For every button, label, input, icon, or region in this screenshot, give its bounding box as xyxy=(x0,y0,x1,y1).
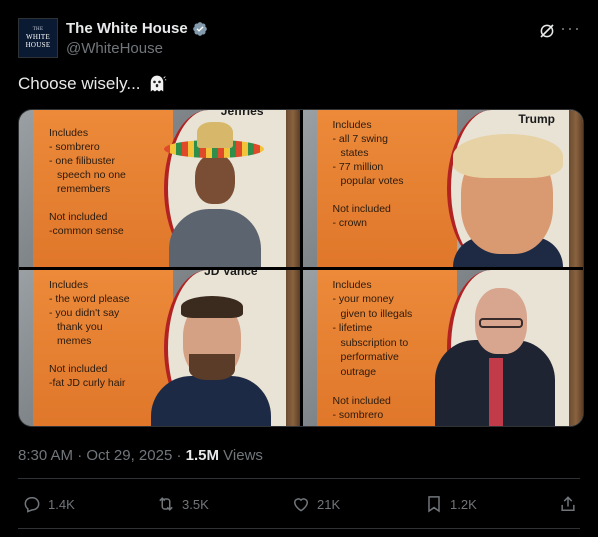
hair-shape xyxy=(181,295,243,318)
repost-icon xyxy=(159,497,173,511)
like-button[interactable]: 21K xyxy=(291,494,340,514)
card-line: speech no one xyxy=(57,169,126,181)
name-row: The White House xyxy=(66,20,208,37)
card-line: -fat JD curly hair xyxy=(49,376,126,389)
card-line: - lifetime xyxy=(332,322,373,335)
post-header: THE WHITE HOUSE The White House @WhiteHo… xyxy=(18,18,580,62)
bookmark-count: 1.2K xyxy=(450,496,477,512)
card-line: Includes xyxy=(332,278,372,291)
like-count: 21K xyxy=(317,496,341,512)
card-line: Not included xyxy=(49,211,108,223)
views-label: Views xyxy=(223,447,263,464)
media-card-trump[interactable]: Trump Includes - all 7 swing states - 77… xyxy=(302,110,583,267)
media-card-jeffries[interactable]: Jeffries Includes - sombrero - one filib… xyxy=(19,110,300,267)
avatar-text-2: WHITE xyxy=(25,33,51,41)
card-banner: JD Vance xyxy=(204,269,258,278)
card-line: - crown xyxy=(332,217,367,229)
display-name[interactable]: The White House xyxy=(66,20,188,37)
card-text: Includes - all 7 swing states - 77 milli… xyxy=(333,118,453,230)
views-count[interactable]: 1.5M xyxy=(186,447,219,464)
post-body: Choose wisely... xyxy=(18,74,141,93)
reply-icon xyxy=(24,497,40,513)
reply-button[interactable]: 1.4K xyxy=(22,494,75,514)
sombrero-crown xyxy=(197,122,233,148)
card-line: - all 7 swing xyxy=(332,133,388,145)
card-line: - sombrero xyxy=(49,141,100,153)
post-text: Choose wisely... xyxy=(18,74,167,94)
card-line: given to illegals xyxy=(340,307,413,320)
repost-count: 3.5K xyxy=(182,496,209,512)
media-card-schumer[interactable]: Includes - your money given to illegals … xyxy=(302,269,583,426)
bookmark-button[interactable]: 1.2K xyxy=(424,494,477,514)
post-timestamp[interactable]: 8:30 AM · Oct 29, 2025 · 1.5M Views xyxy=(18,447,263,464)
glasses-shape xyxy=(478,317,523,328)
card-line: memes xyxy=(57,334,92,347)
beard-shape xyxy=(189,353,235,380)
card-line: -common sense xyxy=(49,225,124,237)
card-line: Includes xyxy=(49,127,89,139)
media-card-vance[interactable]: JD Vance Includes - the word please - yo… xyxy=(19,269,300,426)
divider-bottom xyxy=(18,528,580,529)
card-banner: Trump xyxy=(518,112,555,126)
card-banner: Jeffries xyxy=(220,110,264,118)
avatar-text-3: HOUSE xyxy=(25,41,51,49)
card-line: Includes xyxy=(49,278,89,291)
card-line: Includes xyxy=(332,119,372,131)
post-media-grid[interactable]: Jeffries Includes - sombrero - one filib… xyxy=(18,109,584,427)
person-figure xyxy=(151,376,271,426)
card-text: Includes - sombrero - one filibuster spe… xyxy=(49,126,169,238)
card-line: - you didn't say xyxy=(49,306,120,319)
card-line: remembers xyxy=(57,183,111,195)
card-line: Not included xyxy=(332,203,391,215)
card-line: - one filibuster xyxy=(49,155,115,167)
action-bar: 1.4K 3.5K 21K 1.2K xyxy=(18,494,580,516)
share-icon xyxy=(561,496,575,511)
card-line: - your money xyxy=(332,293,394,306)
bookmark-icon xyxy=(428,496,440,513)
share-button[interactable] xyxy=(558,494,578,514)
post-time[interactable]: 8:30 AM xyxy=(18,447,73,464)
meta-separator: · xyxy=(176,447,182,464)
card-line: popular votes xyxy=(340,175,404,187)
card-text: Includes - the word please - you didn't … xyxy=(49,278,169,390)
repost-button[interactable]: 3.5K xyxy=(156,494,209,514)
card-line: Not included xyxy=(49,362,108,375)
avatar[interactable]: THE WHITE HOUSE xyxy=(18,18,58,58)
handle[interactable]: @WhiteHouse xyxy=(66,40,163,57)
card-line: - the word please xyxy=(49,292,130,305)
card-line: thank you xyxy=(57,320,103,333)
more-options-icon[interactable]: ··· xyxy=(560,19,580,40)
card-line: states xyxy=(340,147,369,159)
reply-count: 1.4K xyxy=(48,496,75,512)
card-line: subscription to xyxy=(340,336,409,349)
ghost-emoji-icon xyxy=(150,75,166,92)
verified-badge-icon[interactable] xyxy=(192,21,208,37)
person-head xyxy=(195,154,235,204)
post-date[interactable]: Oct 29, 2025 xyxy=(86,447,172,464)
tie-shape xyxy=(488,358,503,426)
card-line: performative xyxy=(340,351,399,364)
card-line: - 77 million xyxy=(332,161,384,173)
grok-icon[interactable] xyxy=(538,22,556,40)
divider-top xyxy=(18,478,580,479)
heart-icon xyxy=(293,498,309,512)
hair-shape xyxy=(452,134,563,178)
